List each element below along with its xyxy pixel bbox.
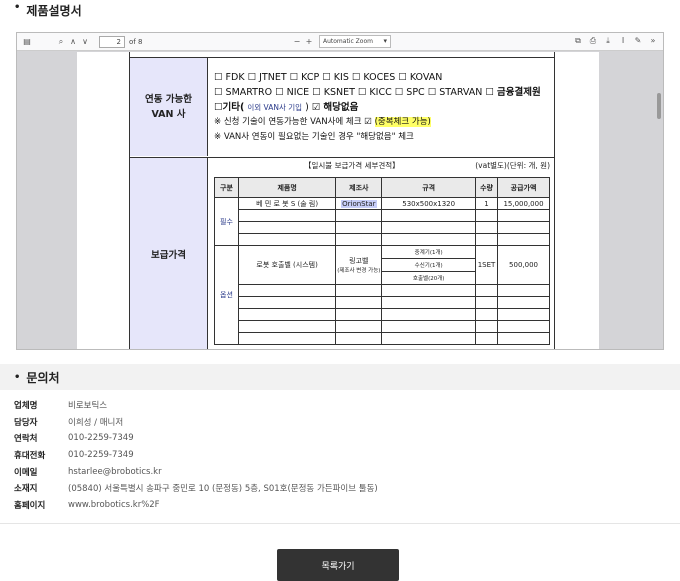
back-to-list-button[interactable]: 목록가기 [277, 549, 399, 581]
table-row [215, 284, 550, 297]
pdf-viewer[interactable]: ▤ ⌕ ∧ ∨ 2 of 8 − + Automatic Zoom ⧉ ⎙ ⤓ … [16, 32, 664, 350]
text-cursor-icon[interactable]: I [617, 36, 629, 46]
van-label: 연동 가능한 VAN 사 [130, 58, 208, 156]
more-tools-icon[interactable]: » [647, 36, 659, 46]
zoom-in-icon[interactable]: + [303, 37, 315, 46]
bullet-icon: • [14, 2, 21, 13]
van-line-3: ☐기타( 이외 VAN사 기입 ) ☑ 해당없음 [214, 102, 359, 113]
contact-row-company: 업체명 비로보틱스 [14, 401, 108, 412]
table-row [215, 332, 550, 345]
previous-page-icon[interactable]: ∧ [67, 37, 79, 46]
contact-section-header: • 문의처 [0, 364, 680, 390]
van-line-2: ☐ SMARTRO ☐ NICE ☐ KSNET ☐ KICC ☐ SPC ☐ … [214, 87, 541, 98]
open-external-icon[interactable]: ⧉ [572, 36, 584, 46]
zoom-select[interactable]: Automatic Zoom [319, 35, 391, 48]
document-table: 연동 가능한 VAN 사 ☐ FDK ☐ JTNET ☐ KCP ☐ KIS ☐ … [129, 52, 555, 349]
contact-section-title: 문의처 [26, 370, 60, 385]
bullet-icon: • [14, 371, 21, 383]
table-row: 필수 베 민 로 봇 S (술 림) OrionStar 530x500x132… [214, 197, 550, 246]
table-row [215, 320, 550, 333]
table-row: 옵션 로봇 호출벨 (시스템) 링고벨 (제조사 변경 가능) 중계기(1개) 1… [214, 245, 550, 345]
table-row [215, 221, 550, 234]
van-line-1: ☐ FDK ☐ JTNET ☐ KCP ☐ KIS ☐ KOCES ☐ KOVA… [214, 72, 443, 83]
pdf-page: 연동 가능한 VAN 사 ☐ FDK ☐ JTNET ☐ KCP ☐ KIS ☐ … [77, 52, 599, 349]
draw-icon[interactable]: ✎ [632, 36, 644, 46]
print-icon[interactable]: ⎙ [587, 36, 599, 46]
download-icon[interactable]: ⤓ [602, 36, 614, 46]
pdf-scrollbar[interactable] [657, 93, 661, 119]
estimate-caption: 【일시불 보급가격 세부견적】 (vat별도)(단위: 개, 원) [304, 161, 550, 170]
spec-section-header: • 제품설명서 [0, 0, 680, 20]
price-label: 보급가격 [130, 158, 208, 349]
van-note-2: ※ VAN사 연동이 필요없는 기술인 경우 "해당없음" 체크 [214, 132, 414, 142]
table-row [215, 233, 550, 246]
zoom-controls: − + Automatic Zoom [291, 35, 391, 48]
toolbar-right: ⧉ ⎙ ⤓ I ✎ » [572, 36, 659, 46]
contact-row-phone: 연락처 010-2259-7349 [14, 433, 134, 445]
pdf-toolbar: ▤ ⌕ ∧ ∨ 2 of 8 − + Automatic Zoom ⧉ ⎙ ⤓ … [17, 33, 663, 51]
table-row [215, 296, 550, 309]
contact-row-address: 소재지 (05840) 서울특별시 송파구 중민로 10 (문정동) 5층, S0… [14, 484, 378, 495]
table-header-row: 구분 제품명 제조사 규격 수량 공급가액 [214, 177, 550, 198]
table-row [215, 209, 550, 222]
contact-row-manager: 담당자 이희성 / 매니저 [14, 417, 124, 428]
search-icon[interactable]: ⌕ [55, 37, 67, 47]
estimate-table: 구분 제품명 제조사 규격 수량 공급가액 필수 베 민 로 봇 S (술 림)… [214, 177, 550, 345]
spec-section-title: 제품설명서 [26, 4, 82, 18]
contact-row-homepage: 홈페이지 www.brobotics.kr%2F [14, 499, 160, 511]
zoom-out-icon[interactable]: − [291, 37, 303, 46]
contact-row-email: 이메일 hstarlee@brobotics.kr [14, 466, 162, 478]
van-note-1: ※ 신청 기술이 연동가능한 VAN사에 체크 ☑ (중복체크 가능) [214, 117, 431, 127]
contact-info: 업체명 비로보틱스 담당자 이희성 / 매니저 연락처 010-2259-7349 휴… [14, 397, 654, 513]
van-options: ☐ FDK ☐ JTNET ☐ KCP ☐ KIS ☐ KOCES ☐ KOVA… [214, 70, 554, 145]
sidebar-toggle-icon[interactable]: ▤ [21, 37, 33, 46]
contact-row-mobile: 휴대전화 010-2259-7349 [14, 450, 134, 462]
divider [0, 523, 680, 524]
table-row [215, 308, 550, 321]
page-number-input[interactable]: 2 [99, 35, 125, 48]
page-total: of 8 [129, 37, 143, 46]
next-page-icon[interactable]: ∨ [79, 37, 91, 46]
